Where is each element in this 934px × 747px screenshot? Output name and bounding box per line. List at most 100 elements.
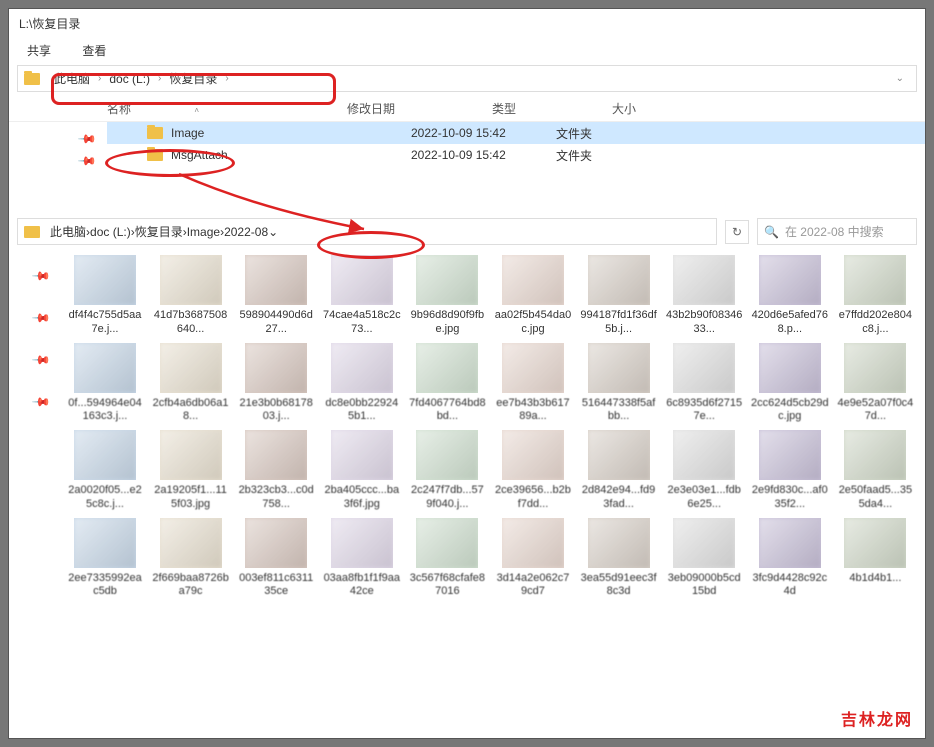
- thumbnail-item[interactable]: 420d6e5afed768.p...: [750, 255, 830, 337]
- crumb-pc[interactable]: 此电脑: [50, 223, 86, 240]
- thumbnail-item[interactable]: 0f...594964e04163c3.j...: [65, 343, 145, 425]
- thumbnail-item[interactable]: 2a0020f05...e25c8c.j...: [65, 430, 145, 512]
- pin-icon[interactable]: 📌: [31, 350, 51, 370]
- thumbnail-item[interactable]: 003ef811c631135ce: [236, 518, 316, 600]
- thumbnail-item[interactable]: 2ce39656...b2bf7dd...: [493, 430, 573, 512]
- thumbnail-item[interactable]: 2c247f7db...579f040.j...: [407, 430, 487, 512]
- chevron-right-icon: ›: [221, 73, 232, 84]
- thumbnail-item[interactable]: 2ba405ccc...ba3f6f.jpg: [322, 430, 402, 512]
- thumbnail-item[interactable]: e7ffdd202e804c8.j...: [835, 255, 915, 337]
- list-row-msgattach[interactable]: MsgAttach 2022-10-09 15:42 文件夹: [107, 144, 925, 166]
- pin-icon[interactable]: 📌: [31, 308, 51, 328]
- thumbnail-image: [245, 343, 307, 393]
- col-type-header[interactable]: 类型: [492, 100, 612, 117]
- thumbnail-item[interactable]: 2cfb4a6db06a18...: [151, 343, 231, 425]
- breadcrumb-lower[interactable]: 此电脑 › doc (L:) › 恢复目录 › Image › 2022-08 …: [17, 218, 717, 245]
- thumbnail-label: 03aa8fb1f1f9aa42ce: [323, 572, 401, 600]
- thumbnail-image: [160, 343, 222, 393]
- refresh-button[interactable]: ↻: [725, 220, 749, 244]
- pin-icon[interactable]: 📌: [77, 151, 97, 171]
- thumbnail-item[interactable]: 2b323cb3...c0d758...: [236, 430, 316, 512]
- cell-type: 文件夹: [556, 147, 676, 164]
- thumbnail-item[interactable]: 4e9e52a07f0c47d...: [835, 343, 915, 425]
- thumbnail-image: [74, 255, 136, 305]
- thumbnail-label: 21e3b0b6817803.j...: [237, 397, 315, 425]
- thumbnail-item[interactable]: 41d7b3687508640...: [151, 255, 231, 337]
- menu-view[interactable]: 查看: [82, 44, 106, 58]
- thumbnail-grid: df4f4c755d5aa7e.j...41d7b3687508640...59…: [65, 255, 917, 599]
- thumbnail-label: 4b1d4b1...: [836, 572, 914, 586]
- pin-icon[interactable]: 📌: [31, 392, 51, 412]
- thumbnail-item[interactable]: 516447338f5afbb...: [579, 343, 659, 425]
- thumbnail-label: 994187fd1f36df5b.j...: [580, 309, 658, 337]
- thumbnail-item[interactable]: 2ee7335992eac5db: [65, 518, 145, 600]
- thumbnail-item[interactable]: 3eb09000b5cd15bd: [664, 518, 744, 600]
- thumbnail-item[interactable]: aa02f5b454da0c.jpg: [493, 255, 573, 337]
- thumbnail-area: 📌 📌 📌 📌 df4f4c755d5aa7e.j...41d7b3687508…: [9, 247, 925, 599]
- crumb-recover[interactable]: 恢复目录: [135, 223, 183, 240]
- list-row-image[interactable]: Image 2022-10-09 15:42 文件夹: [107, 122, 925, 144]
- crumb-month[interactable]: 2022-08: [224, 225, 268, 239]
- thumbnail-item[interactable]: 6c8935d6f27157e...: [664, 343, 744, 425]
- crumb-drive[interactable]: doc (L:): [90, 225, 131, 239]
- thumbnail-item[interactable]: 7fd4067764bd8bd...: [407, 343, 487, 425]
- thumbnail-item[interactable]: 3d14a2e062c79cd7: [493, 518, 573, 600]
- thumbnail-item[interactable]: 2e50faad5...355da4...: [835, 430, 915, 512]
- pin-icon[interactable]: 📌: [77, 129, 97, 149]
- thumbnail-item[interactable]: 2cc624d5cb29dc.jpg: [750, 343, 830, 425]
- thumbnail-item[interactable]: 994187fd1f36df5b.j...: [579, 255, 659, 337]
- thumbnail-image: [331, 343, 393, 393]
- thumbnail-image: [416, 518, 478, 568]
- thumbnail-image: [160, 255, 222, 305]
- thumbnail-item[interactable]: 2e3e03e1...fdb6e25...: [664, 430, 744, 512]
- thumbnail-item[interactable]: df4f4c755d5aa7e.j...: [65, 255, 145, 337]
- thumbnail-item[interactable]: 03aa8fb1f1f9aa42ce: [322, 518, 402, 600]
- thumbnail-item[interactable]: 3ea55d91eec3f8c3d: [579, 518, 659, 600]
- crumb-folder[interactable]: 恢复目录: [165, 70, 221, 87]
- crumb-pc[interactable]: 此电脑: [50, 70, 94, 87]
- thumbnail-item[interactable]: 2f669baa8726ba79c: [151, 518, 231, 600]
- thumbnail-item[interactable]: 9b96d8d90f9fbe.jpg: [407, 255, 487, 337]
- thumbnail-label: 003ef811c631135ce: [237, 572, 315, 600]
- thumbnail-label: 2e9fd830c...af035f2...: [751, 484, 829, 512]
- col-name-header[interactable]: 名称 ˄: [107, 100, 347, 117]
- thumbnail-label: 74cae4a518c2c73...: [323, 309, 401, 337]
- menu-bar: 共享 查看: [9, 38, 925, 63]
- thumbnail-item[interactable]: 43b2b90f0834633...: [664, 255, 744, 337]
- thumbnail-item[interactable]: 2e9fd830c...af035f2...: [750, 430, 830, 512]
- thumbnail-label: 2a19205f1...115f03.jpg: [152, 484, 230, 512]
- thumbnail-item[interactable]: 3fc9d4428c92c4d: [750, 518, 830, 600]
- pin-icon[interactable]: 📌: [31, 266, 51, 286]
- col-size-header[interactable]: 大小: [612, 100, 692, 117]
- crumb-image[interactable]: Image: [187, 225, 220, 239]
- thumbnail-item[interactable]: 4b1d4b1...: [835, 518, 915, 600]
- thumbnail-item[interactable]: 598904490d6d27...: [236, 255, 316, 337]
- thumbnail-item[interactable]: 2a19205f1...115f03.jpg: [151, 430, 231, 512]
- thumbnail-item[interactable]: 3c567f68cfafe87016: [407, 518, 487, 600]
- thumbnail-image: [74, 343, 136, 393]
- chevron-right-icon: ›: [94, 73, 105, 84]
- thumbnail-image: [844, 430, 906, 480]
- thumbnail-label: 2ba405ccc...ba3f6f.jpg: [323, 484, 401, 512]
- watermark: 吉林龙网: [841, 706, 913, 730]
- thumbnail-image: [502, 343, 564, 393]
- thumbnail-image: [331, 518, 393, 568]
- thumbnail-image: [245, 430, 307, 480]
- thumbnail-item[interactable]: 2d842e94...fd93fad...: [579, 430, 659, 512]
- search-input[interactable]: 🔍 在 2022-08 中搜索: [757, 218, 917, 245]
- crumb-drive[interactable]: doc (L:): [105, 72, 154, 86]
- sort-asc-icon: ˄: [194, 106, 199, 115]
- col-date-header[interactable]: 修改日期: [347, 100, 492, 117]
- folder-icon: [147, 149, 163, 161]
- chevron-down-icon[interactable]: ⌄: [890, 73, 910, 84]
- cell-type: 文件夹: [556, 125, 676, 142]
- menu-share[interactable]: 共享: [27, 44, 51, 58]
- thumbnail-item[interactable]: ee7b43b3b61789a...: [493, 343, 573, 425]
- breadcrumb-top[interactable]: 此电脑 › doc (L:) › 恢复目录 › ⌄: [17, 65, 917, 92]
- thumbnail-image: [588, 343, 650, 393]
- thumbnail-item[interactable]: dc8e0bb229245b1...: [322, 343, 402, 425]
- chevron-down-icon[interactable]: ⌄: [268, 225, 278, 239]
- thumbnail-image: [416, 430, 478, 480]
- thumbnail-item[interactable]: 21e3b0b6817803.j...: [236, 343, 316, 425]
- thumbnail-item[interactable]: 74cae4a518c2c73...: [322, 255, 402, 337]
